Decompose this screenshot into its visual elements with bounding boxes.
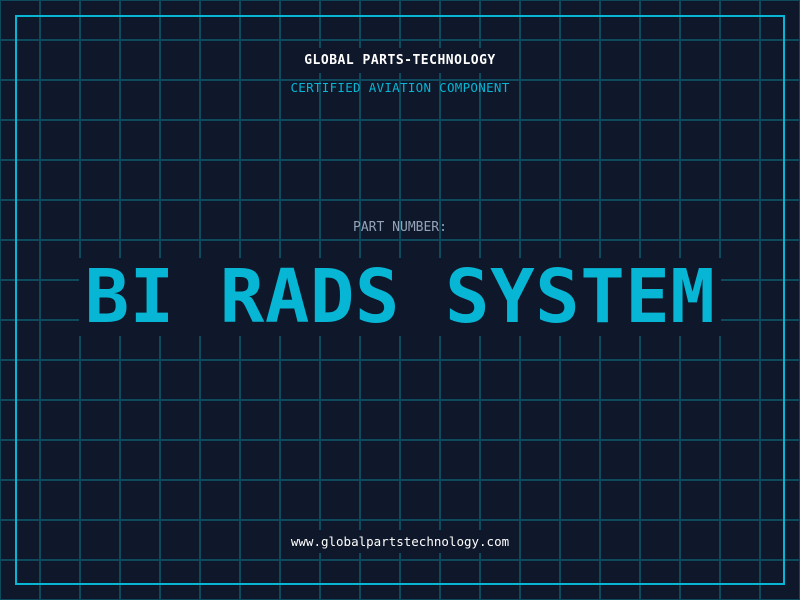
website-link[interactable]: www.globalpartstechnology.com (0, 530, 800, 553)
part-number: BI RADS SYSTEM (0, 258, 800, 336)
certification-subtitle: CERTIFIED AVIATION COMPONENT (290, 80, 510, 95)
part-number-label: PART NUMBER: (353, 220, 447, 235)
company-name: GLOBAL PARTS-TECHNOLOGY (0, 48, 800, 73)
